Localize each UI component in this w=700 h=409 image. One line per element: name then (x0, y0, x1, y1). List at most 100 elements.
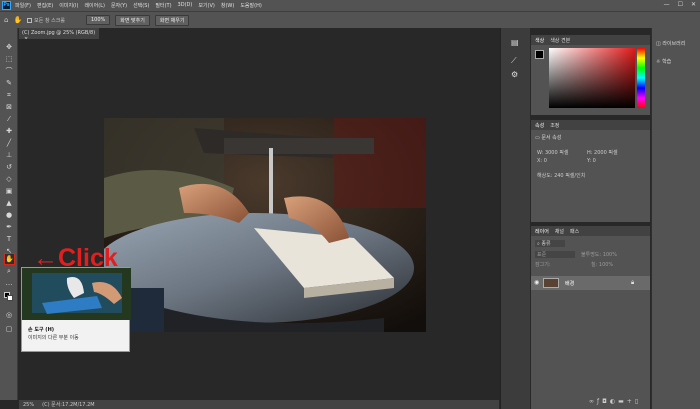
document-tab-title: (C) Zoom.jpg @ 25% (RGB/8) (22, 30, 96, 36)
width-label: W: (537, 150, 544, 156)
libraries-item[interactable]: ◫ 라이브러리 (656, 40, 685, 47)
move-tool-icon[interactable]: ✥ (4, 42, 14, 52)
x-label: X: (537, 158, 543, 164)
scroll-all-checkbox[interactable]: 모든 창 스크롤 (27, 17, 65, 24)
screen-mode-icon[interactable]: ▢ (4, 324, 14, 334)
fill-label: 칠: (591, 262, 598, 268)
type-tool-icon[interactable]: T (4, 234, 14, 244)
layer-kind-filter[interactable]: ⌕ 종류 (535, 240, 565, 247)
hue-slider[interactable] (637, 48, 645, 108)
tab-channels[interactable]: 채널 (555, 228, 564, 235)
eyedropper-tool-icon[interactable]: ⁄ (4, 114, 14, 124)
frame-tool-icon[interactable]: ⊠ (4, 102, 14, 112)
dodge-tool-icon[interactable]: ● (4, 210, 14, 220)
background-color[interactable] (7, 295, 13, 301)
fill-screen-button[interactable]: 화면 채우기 (154, 14, 190, 26)
hand-tool-icon[interactable]: ✋ (13, 16, 22, 24)
lock-icon: 🔒︎ (631, 279, 635, 286)
kind-label: 종류 (541, 241, 551, 247)
layer-thumbnail (543, 278, 559, 288)
blend-mode-select[interactable]: 표준 (535, 251, 575, 258)
tab-properties[interactable]: 속성 (535, 122, 544, 129)
foreground-swatch[interactable] (535, 50, 544, 59)
menu-type[interactable]: 문자(Y) (111, 2, 127, 9)
height-row: H: 2000 픽셀 (587, 149, 618, 156)
photo-graphic (104, 118, 426, 332)
document-properties-row: ▭ 문서 속성 (535, 134, 561, 141)
menu-window[interactable]: 창(W) (221, 2, 234, 9)
y-row: Y: 0 (587, 158, 596, 164)
trash-icon[interactable]: ▯ (635, 398, 641, 405)
tab-swatches[interactable]: 색상 견본 (550, 37, 570, 44)
zoom-100-button[interactable]: 100% (85, 15, 111, 25)
gradient-tool-icon[interactable]: ▣ (4, 186, 14, 196)
x-value[interactable]: 0 (544, 158, 547, 164)
tab-paths[interactable]: 패스 (570, 228, 579, 235)
pen-tool-icon[interactable]: ✒ (4, 222, 14, 232)
layers-panel-tabs: 레이어 채널 패스 (531, 226, 650, 236)
layers-panel: 레이어 채널 패스 ⌕ 종류 표준 불투명도: 100% 잠그기: 칠: 100… (531, 226, 650, 409)
clone-stamp-tool-icon[interactable]: ⊥ (4, 150, 14, 160)
close-button[interactable]: ✕ (691, 1, 696, 8)
fill-value[interactable]: 100% (599, 262, 613, 268)
folder-icon[interactable]: ▬ (618, 398, 627, 405)
marquee-tool-icon[interactable]: ⬚ (4, 54, 14, 64)
more-tools-icon[interactable]: … (4, 278, 14, 288)
libraries-strip: ◫ 라이브러리 ☼ 학습 (651, 28, 700, 409)
properties-panel: 속성 조정 ▭ 문서 속성 W: 3000 픽셀 H: 2000 픽셀 X: 0… (531, 120, 650, 222)
checkbox-box[interactable] (27, 17, 33, 23)
color-swatches-icon[interactable] (4, 292, 14, 302)
width-value[interactable]: 3000 픽셀 (545, 150, 569, 156)
tab-adjustments[interactable]: 조정 (550, 122, 559, 129)
layer-row[interactable]: ◉ 배경 🔒︎ (531, 276, 650, 290)
y-value[interactable]: 0 (593, 158, 596, 164)
tab-color[interactable]: 색상 (535, 37, 544, 44)
menu-filter[interactable]: 필터(T) (155, 2, 171, 9)
adjustment-icon[interactable]: ◐ (610, 398, 618, 405)
menu-layer[interactable]: 레이어(L) (84, 2, 105, 9)
blur-tool-icon[interactable]: ▲ (4, 198, 14, 208)
libraries-icon: ◫ (656, 41, 661, 47)
menu-select[interactable]: 선택(S) (133, 2, 149, 9)
link-icon[interactable]: ∞ (589, 398, 597, 405)
document-image[interactable] (104, 118, 426, 332)
fill-row: 칠: 100% (591, 261, 613, 268)
layer-actions-bar: ∞ƒ◘◐▬+▯ (589, 398, 641, 405)
document-properties-label: 문서 속성 (541, 135, 562, 141)
crop-tool-icon[interactable]: ⌗ (4, 90, 14, 100)
home-icon[interactable]: ⌂ (4, 16, 8, 24)
minimize-button[interactable]: — (664, 1, 670, 8)
document-tab[interactable]: (C) Zoom.jpg @ 25% (RGB/8) × (19, 28, 99, 42)
mask-icon[interactable]: ◘ (602, 398, 610, 405)
tab-layers[interactable]: 레이어 (535, 228, 549, 235)
menu-3d[interactable]: 3D(D) (178, 2, 193, 9)
history-brush-tool-icon[interactable]: ↺ (4, 162, 14, 172)
new-layer-icon[interactable]: + (627, 398, 635, 405)
quick-mask-icon[interactable]: ◎ (4, 310, 14, 320)
menu-view[interactable]: 보기(V) (198, 2, 215, 9)
eraser-tool-icon[interactable]: ◇ (4, 174, 14, 184)
healing-brush-tool-icon[interactable]: ✚ (4, 126, 14, 136)
tooltip-preview-graphic (22, 268, 131, 320)
brush-tool-icon[interactable]: ╱ (4, 138, 14, 148)
color-panel-tabs: 색상 색상 견본 (531, 35, 650, 45)
fit-screen-button[interactable]: 화면 맞추기 (115, 14, 150, 26)
learn-item[interactable]: ☼ 학습 (656, 58, 671, 65)
quick-select-tool-icon[interactable]: ✎ (4, 78, 14, 88)
menu-help[interactable]: 도움말(H) (240, 2, 261, 9)
opacity-value[interactable]: 100% (603, 252, 617, 258)
menu-edit[interactable]: 편집(E) (37, 2, 53, 9)
status-zoom[interactable]: 25% (23, 402, 34, 408)
lasso-tool-icon[interactable]: ⌒ (4, 66, 14, 76)
color-picker-field[interactable] (549, 48, 635, 108)
zoom-tool-icon[interactable]: ⌕ (4, 266, 14, 276)
tool-presets-icon[interactable]: ⚙ (511, 70, 518, 79)
maximize-button[interactable]: ☐ (678, 1, 683, 8)
height-value[interactable]: 2000 픽셀 (594, 150, 618, 156)
visibility-eye-icon[interactable]: ◉ (534, 279, 539, 286)
menu-image[interactable]: 이미지(I) (59, 2, 78, 9)
brush-settings-icon[interactable]: ⟋ (511, 56, 517, 66)
hand-tool-button[interactable]: ✋ (4, 253, 15, 265)
history-panel-icon[interactable]: ▤ (511, 38, 519, 47)
menu-file[interactable]: 파일(F) (15, 2, 31, 9)
